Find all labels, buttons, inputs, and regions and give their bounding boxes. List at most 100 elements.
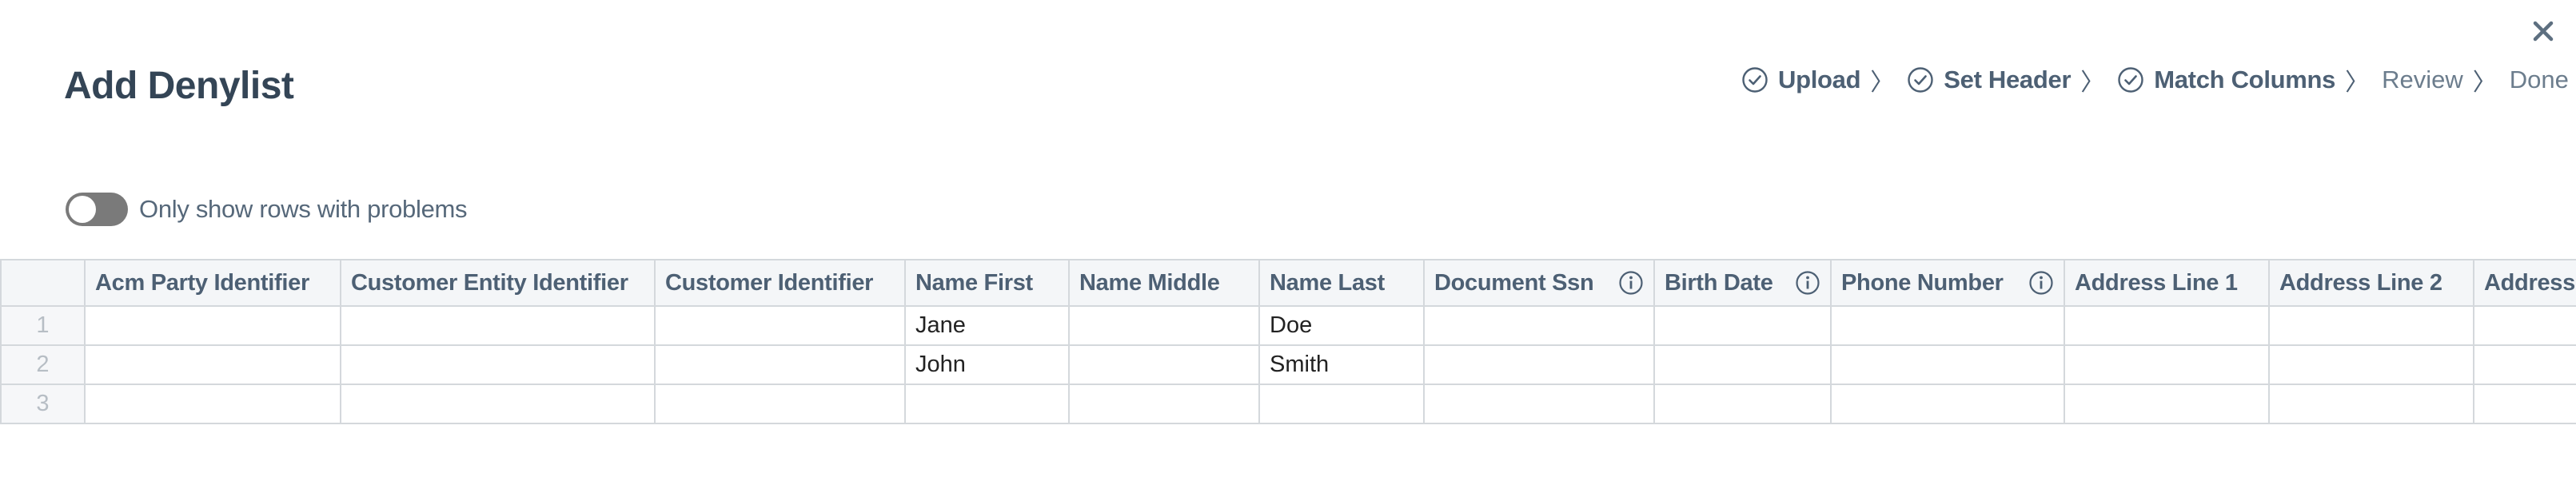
table-cell[interactable] <box>2473 305 2576 346</box>
column-header-phone-number[interactable]: Phone Number <box>1830 259 2065 307</box>
table-cell[interactable] <box>1830 384 2065 424</box>
step-label: Upload <box>1778 66 1861 93</box>
column-header-birth-date[interactable]: Birth Date <box>1653 259 1832 307</box>
column-header-content: Name Last <box>1270 270 1414 296</box>
table-cell[interactable] <box>1423 305 1655 346</box>
column-header-address-line-2[interactable]: Address Line 2 <box>2268 259 2474 307</box>
step-label: Done <box>2509 66 2569 93</box>
row-index: 1 <box>0 305 86 346</box>
review-grid: Acm Party Identifier Customer Entity Iden… <box>0 259 2576 424</box>
column-header-content: Name Middle <box>1079 270 1249 296</box>
step-upload: Upload <box>1741 66 1861 94</box>
dialog-title: Add Denylist <box>64 65 294 107</box>
table-cell[interactable] <box>1068 384 1260 424</box>
column-header-label: Customer Identifier <box>665 269 874 296</box>
table-cell[interactable] <box>340 344 656 385</box>
check-circle-icon <box>2118 67 2143 93</box>
info-icon[interactable] <box>2028 270 2054 296</box>
table-row: 1 Jane Doe <box>0 305 2576 346</box>
close-button[interactable] <box>2526 14 2560 48</box>
column-header-label: Address Line 2 <box>2279 269 2442 296</box>
step-label: Review <box>2382 66 2463 93</box>
column-header-content: Document Ssn <box>1434 270 1644 296</box>
step-review: Review <box>2382 66 2463 94</box>
column-header-label: Birth Date <box>1665 269 1773 296</box>
table-cell[interactable] <box>654 384 906 424</box>
table-cell[interactable] <box>654 344 906 385</box>
row-index: 2 <box>0 344 86 385</box>
column-header-label: Acm Party Identifier <box>95 269 309 296</box>
table-cell[interactable]: Smith <box>1258 344 1425 385</box>
table-cell[interactable] <box>654 305 906 346</box>
step-match-columns: Match Columns <box>2117 66 2335 94</box>
table-cell[interactable] <box>2268 305 2474 346</box>
column-header-name-last[interactable]: Name Last <box>1258 259 1425 307</box>
table-cell[interactable] <box>1423 344 1655 385</box>
step-set-header: Set Header <box>1907 66 2072 94</box>
table-cell[interactable] <box>1068 344 1260 385</box>
column-header-content: Customer Entity Identifier <box>351 270 644 296</box>
table-cell[interactable] <box>1258 384 1425 424</box>
table-cell[interactable] <box>2473 344 2576 385</box>
table-cell[interactable]: Jane <box>904 305 1070 346</box>
column-header-content: Phone Number <box>1841 270 2054 296</box>
table-cell[interactable] <box>1653 384 1832 424</box>
column-header-label: Address Line 1 <box>2075 269 2238 296</box>
step-label: Match Columns <box>2154 66 2336 93</box>
column-header-address[interactable]: Address <box>2473 259 2576 307</box>
table-row: 3 <box>0 384 2576 424</box>
chevron-right-icon: 〉 <box>1870 70 1895 96</box>
table-cell[interactable]: Doe <box>1258 305 1425 346</box>
column-header-customer-identifier[interactable]: Customer Identifier <box>654 259 906 307</box>
table-cell[interactable] <box>1423 384 1655 424</box>
table-cell[interactable] <box>2268 344 2474 385</box>
column-header-content: Address <box>2484 270 2576 296</box>
chevron-right-icon: 〉 <box>2080 70 2105 96</box>
column-header-label: Name First <box>915 269 1033 296</box>
info-icon[interactable] <box>1795 270 1820 296</box>
column-header-content: Customer Identifier <box>665 270 895 296</box>
table-cell[interactable] <box>84 305 341 346</box>
column-header-label: Customer Entity Identifier <box>351 269 628 296</box>
toggle-knob <box>69 196 96 223</box>
check-circle-icon <box>1742 67 1768 93</box>
problem-rows-filter: Only show rows with problems <box>66 190 468 229</box>
table-cell[interactable] <box>84 384 341 424</box>
column-header-customer-entity-identifier[interactable]: Customer Entity Identifier <box>340 259 656 307</box>
table-cell[interactable] <box>2064 344 2270 385</box>
column-header-content: Name First <box>915 270 1059 296</box>
table-cell[interactable] <box>2473 384 2576 424</box>
table-cell[interactable] <box>1830 305 2065 346</box>
column-header-content: Address Line 2 <box>2279 270 2463 296</box>
column-header-document-ssn[interactable]: Document Ssn <box>1423 259 1655 307</box>
table-cell[interactable] <box>1068 305 1260 346</box>
table-cell[interactable] <box>340 305 656 346</box>
add-denylist-dialog: Add Denylist Upload 〉 Set Header 〉 Match Col… <box>0 0 2576 481</box>
table-cell[interactable] <box>84 344 341 385</box>
info-icon[interactable] <box>1618 270 1644 296</box>
column-header-label: Name Last <box>1270 269 1385 296</box>
table-cell[interactable] <box>1653 305 1832 346</box>
table-cell[interactable] <box>2064 305 2270 346</box>
table-cell[interactable] <box>340 384 656 424</box>
column-header-name-first[interactable]: Name First <box>904 259 1070 307</box>
table-cell[interactable] <box>1830 344 2065 385</box>
problem-rows-toggle[interactable] <box>66 193 128 226</box>
table-row: 2 John Smith <box>0 344 2576 385</box>
column-header-name-middle[interactable]: Name Middle <box>1068 259 1260 307</box>
data-table: Acm Party Identifier Customer Entity Iden… <box>0 259 2576 424</box>
close-icon <box>2533 21 2554 42</box>
table-cell[interactable] <box>2268 384 2474 424</box>
table-cell[interactable] <box>904 384 1070 424</box>
import-stepper: Upload 〉 Set Header 〉 Match Columns 〉 Review 〉 D… <box>1741 61 2569 99</box>
table-cell[interactable]: John <box>904 344 1070 385</box>
check-circle-icon <box>1908 67 1933 93</box>
column-header-label: Name Middle <box>1079 269 1220 296</box>
column-header-address-line-1[interactable]: Address Line 1 <box>2064 259 2270 307</box>
column-header-label: Document Ssn <box>1434 269 1594 296</box>
table-cell[interactable] <box>2064 384 2270 424</box>
row-index-header <box>0 259 86 307</box>
column-header-acm-party-identifier[interactable]: Acm Party Identifier <box>84 259 341 307</box>
table-cell[interactable] <box>1653 344 1832 385</box>
row-index: 3 <box>0 384 86 424</box>
